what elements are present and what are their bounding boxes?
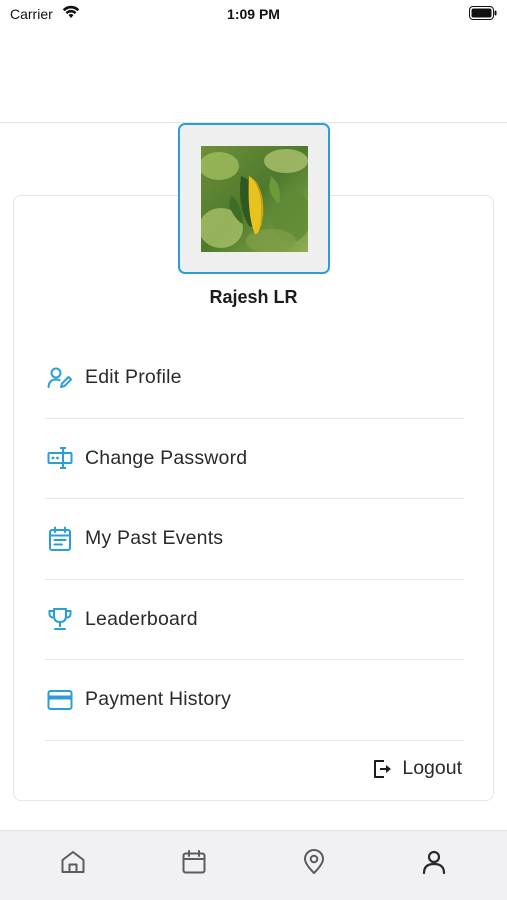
header	[0, 28, 507, 123]
menu-item-leaderboard[interactable]: Leaderboard	[45, 580, 464, 660]
profile-photo	[201, 146, 308, 252]
battery-icon	[469, 6, 497, 20]
password-icon	[47, 445, 73, 471]
tab-home[interactable]	[58, 849, 88, 879]
profile-menu: Edit Profile Change Password My Past Eve…	[45, 338, 464, 741]
menu-item-past-events[interactable]: My Past Events	[45, 499, 464, 580]
edit-user-icon	[47, 365, 73, 391]
logout-button[interactable]: Logout	[372, 757, 462, 780]
calendar-icon	[180, 848, 208, 881]
menu-item-payment-history[interactable]: Payment History	[45, 660, 464, 741]
logout-icon	[372, 758, 394, 780]
logout-label: Logout	[402, 757, 462, 779]
trophy-icon	[47, 606, 73, 632]
menu-item-label: My Past Events	[85, 527, 224, 550]
calendar-list-icon	[47, 526, 73, 552]
menu-item-label: Payment History	[85, 688, 232, 711]
credit-card-icon	[47, 687, 73, 713]
status-bar: Carrier 1:09 PM	[0, 0, 507, 28]
menu-item-label: Change Password	[85, 446, 248, 469]
user-name: Rajesh LR	[209, 287, 298, 307]
menu-item-label: Leaderboard	[85, 607, 198, 630]
status-time: 1:09 PM	[227, 6, 280, 22]
tab-profile[interactable]	[419, 849, 449, 879]
tab-location[interactable]	[299, 848, 329, 881]
menu-item-change-password[interactable]: Change Password	[45, 419, 464, 499]
avatar[interactable]	[178, 123, 330, 274]
home-icon	[59, 848, 87, 881]
tab-calendar[interactable]	[179, 849, 209, 879]
menu-item-edit-profile[interactable]: Edit Profile	[45, 338, 464, 419]
user-icon	[420, 848, 448, 881]
tab-bar	[0, 830, 507, 900]
menu-item-label: Edit Profile	[85, 366, 182, 389]
location-pin-icon	[300, 848, 328, 881]
